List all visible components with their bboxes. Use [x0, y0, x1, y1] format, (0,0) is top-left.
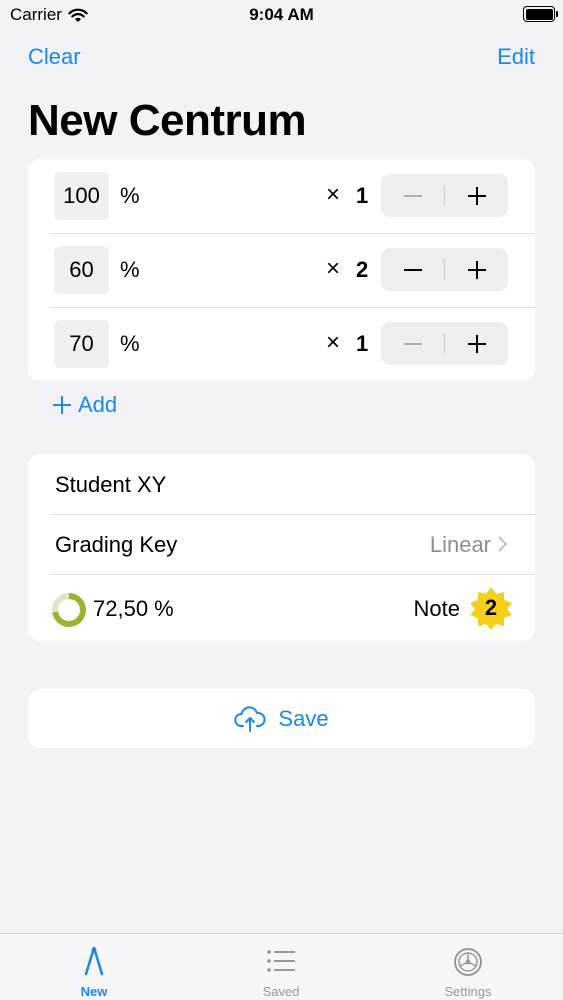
grading-key-label: Grading Key — [55, 532, 178, 557]
grade-row: 70 % × 1 — [28, 307, 535, 381]
compass-icon — [84, 946, 104, 976]
weight-stepper — [381, 174, 508, 217]
plus-icon — [467, 334, 486, 353]
grades-list: 100 % × 1 60 % × 2 70 % × 1 — [28, 159, 535, 381]
decrement-button[interactable] — [381, 322, 444, 365]
multiply-sign: × — [326, 255, 341, 282]
grade-value-field[interactable]: 60 — [54, 246, 109, 294]
list-icon — [267, 950, 295, 972]
decrement-button[interactable] — [381, 248, 444, 291]
tab-saved[interactable]: Saved — [221, 944, 341, 999]
tab-bar: New Saved Settings — [0, 933, 563, 1000]
plus-icon — [467, 186, 486, 205]
plus-icon — [467, 260, 486, 279]
minus-icon — [403, 342, 422, 345]
save-button[interactable]: Save — [28, 689, 535, 748]
tab-saved-label: Saved — [262, 984, 300, 999]
grade-row: 60 % × 2 — [28, 233, 535, 307]
student-row[interactable]: Student XY — [28, 454, 535, 514]
add-button[interactable]: Add — [52, 392, 117, 418]
plus-icon — [53, 396, 71, 414]
percent-unit: % — [120, 183, 140, 208]
average-value: 72,50 % — [93, 596, 174, 621]
grade-row: 100 % × 1 — [28, 159, 535, 233]
increment-button[interactable] — [445, 322, 508, 365]
note-value: 2 — [484, 595, 498, 620]
student-name: Student XY — [55, 472, 167, 497]
chevron-right-icon — [498, 536, 508, 552]
percent-unit: % — [120, 257, 140, 282]
cloud-upload-icon — [234, 705, 266, 732]
minus-icon — [403, 194, 422, 197]
grading-key-row[interactable]: Grading Key Linear — [28, 514, 535, 574]
add-label: Add — [78, 392, 118, 417]
grading-key-value: Linear — [429, 532, 491, 557]
result-row: 72,50 % Note 2 — [28, 574, 535, 641]
multiply-sign: × — [326, 329, 341, 356]
grade-weight: 2 — [356, 257, 369, 282]
status-time: 9:04 AM — [249, 5, 314, 24]
grade-weight: 1 — [356, 183, 369, 208]
info-card: Student XY Grading Key Linear 72,50 % No… — [28, 454, 535, 641]
tab-new-label: New — [80, 984, 108, 999]
increment-button[interactable] — [445, 174, 508, 217]
weight-stepper — [381, 248, 508, 291]
weight-stepper — [381, 322, 508, 365]
edit-button[interactable]: Edit — [497, 44, 535, 70]
increment-button[interactable] — [445, 248, 508, 291]
page-title: New Centrum — [28, 96, 307, 145]
tab-settings[interactable]: Settings — [408, 944, 528, 999]
decrement-button[interactable] — [381, 174, 444, 217]
progress-ring-icon — [52, 593, 86, 627]
multiply-sign: × — [326, 181, 341, 208]
tab-new[interactable]: New — [34, 944, 154, 999]
note-label: Note — [413, 596, 460, 621]
grade-weight: 1 — [356, 331, 369, 356]
battery-icon — [523, 6, 558, 22]
minus-icon — [403, 268, 422, 271]
tab-settings-label: Settings — [444, 984, 492, 999]
percent-unit: % — [120, 331, 140, 356]
gear-icon — [454, 948, 482, 976]
grade-value-field[interactable]: 100 — [54, 172, 109, 220]
clear-button[interactable]: Clear — [28, 44, 81, 70]
grade-value-field[interactable]: 70 — [54, 320, 109, 368]
save-label: Save — [278, 705, 329, 731]
status-bar: Carrier 9:04 AM — [0, 0, 563, 32]
